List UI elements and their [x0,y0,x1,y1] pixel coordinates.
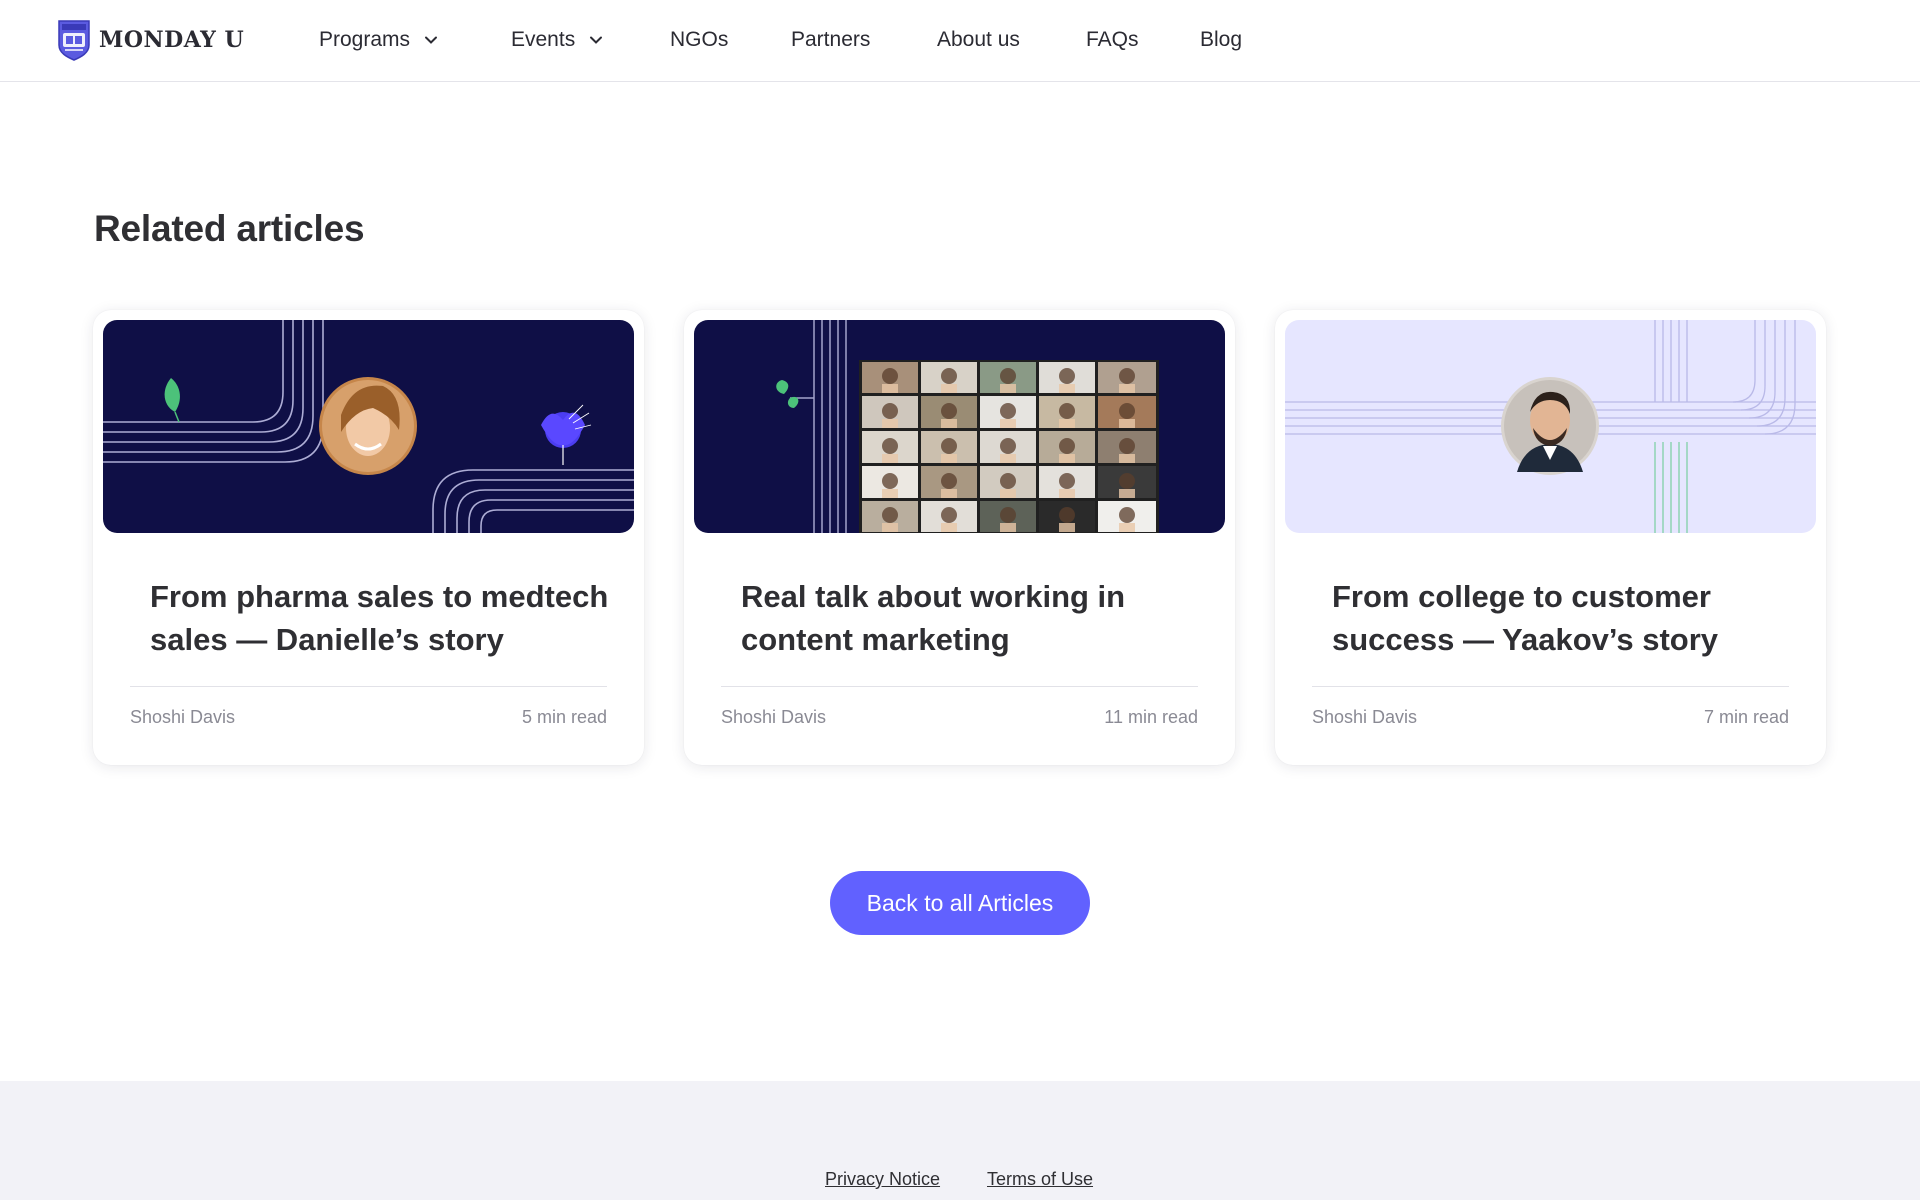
video-call-grid [859,360,1159,533]
article-image [694,320,1225,533]
article-title: From pharma sales to medtech sales — Dan… [150,579,609,657]
article-title: Real talk about working in content marke… [741,579,1126,657]
site-header: MONDAY U Programs Events NGOs Partners A… [0,0,1920,82]
article-meta: Shoshi Davis 11 min read [721,707,1198,728]
section-title: Related articles [94,208,365,249]
article-author: Shoshi Davis [721,707,827,727]
article-read-time: 7 min read [1703,707,1789,727]
shield-logo-icon [58,20,90,61]
nav-events[interactable]: Events [511,26,603,54]
nav-label: Programs [319,28,411,51]
article-meta: Shoshi Davis 5 min read [130,707,607,728]
article-card[interactable]: From pharma sales to medtech sales — Dan… [93,310,644,765]
nav-label: Blog [1200,28,1243,51]
article-card[interactable]: From college to customer success — Yaako… [1275,310,1826,765]
nav-label: NGOs [670,28,729,51]
nav-ngos[interactable]: NGOs [670,26,728,54]
article-meta: Shoshi Davis 7 min read [1312,707,1789,728]
privacy-notice-link[interactable]: Privacy Notice [825,1169,940,1190]
nav-programs[interactable]: Programs [319,26,438,54]
terms-of-use-link[interactable]: Terms of Use [987,1169,1093,1190]
card-divider [721,686,1198,687]
article-image [103,320,634,533]
chevron-down-icon [590,36,603,44]
article-title: From college to customer success — Yaako… [1332,579,1719,657]
article-author: Shoshi Davis [1312,707,1418,727]
nav-label: FAQs [1086,28,1139,51]
article-read-time: 5 min read [521,707,607,727]
article-author: Shoshi Davis [130,707,236,727]
card-divider [1312,686,1789,687]
nav-about-us[interactable]: About us [937,26,1020,54]
article-image [1285,320,1816,533]
logo-text: MONDAY U [99,27,245,53]
nav-blog[interactable]: Blog [1200,26,1242,54]
chevron-down-icon [425,36,438,44]
nav-faqs[interactable]: FAQs [1086,26,1139,54]
monday-u-logo[interactable]: MONDAY U [57,19,244,61]
site-footer: Privacy Notice Terms of Use [0,1081,1920,1200]
nav-label: Events [511,28,576,51]
nav-partners[interactable]: Partners [791,26,870,54]
nav-label: About us [937,28,1020,51]
card-divider [130,686,607,687]
article-card[interactable]: Real talk about working in content marke… [684,310,1235,765]
article-read-time: 11 min read [1104,707,1198,727]
nav-label: Partners [791,28,871,51]
back-to-all-articles-button[interactable]: Back to all Articles [830,871,1090,935]
